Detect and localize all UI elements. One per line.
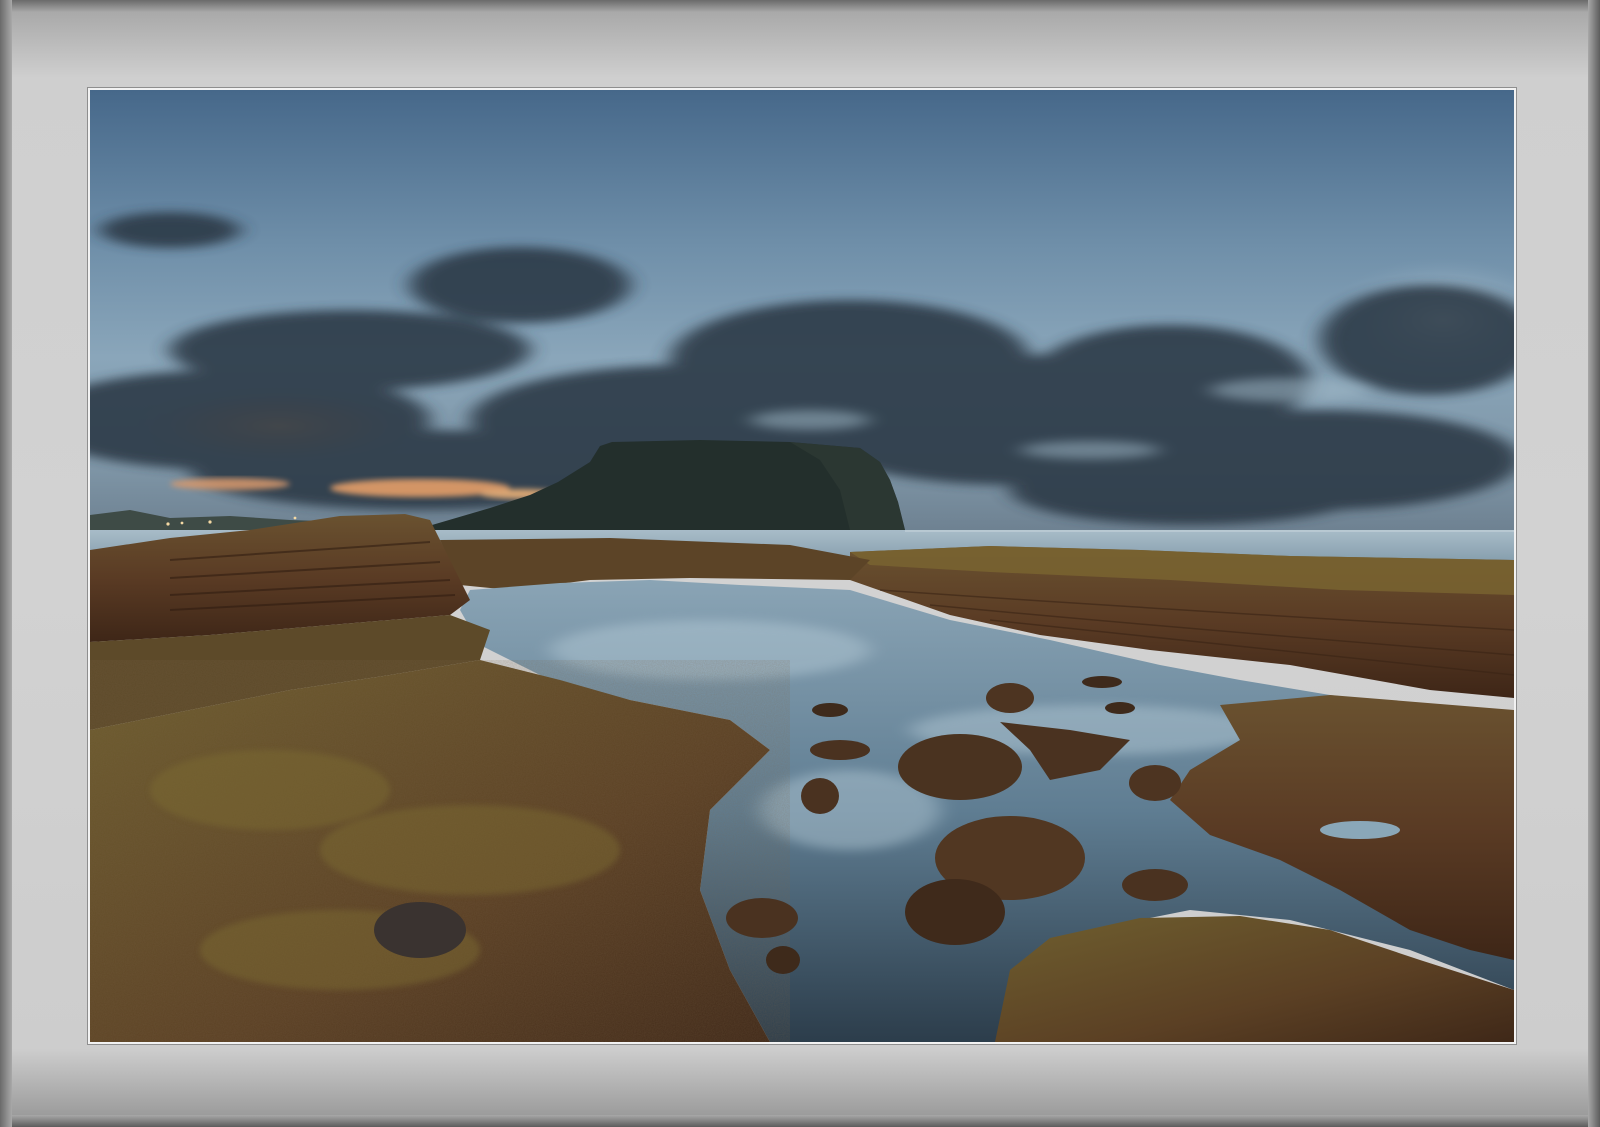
frame-bevel-bottom — [0, 1115, 1600, 1127]
boulder — [766, 946, 800, 974]
frame-bevel-top — [0, 0, 1600, 12]
landscape-illustration — [90, 90, 1514, 1042]
boulder — [374, 902, 466, 958]
boulder — [1122, 869, 1188, 901]
landscape-photo — [88, 88, 1516, 1044]
frame-bevel-right — [1588, 0, 1600, 1127]
boulder — [986, 683, 1034, 713]
boulder — [726, 898, 798, 938]
boulder — [905, 879, 1005, 945]
boulder — [812, 703, 848, 717]
boulder — [898, 734, 1022, 800]
boulder — [801, 778, 839, 814]
boulder — [810, 740, 870, 760]
boulder — [1129, 765, 1181, 801]
frame-bevel-left — [0, 0, 12, 1127]
picture-frame — [0, 0, 1600, 1127]
boulder — [1082, 676, 1122, 688]
boulder — [1105, 702, 1135, 714]
small-pool — [1320, 821, 1400, 839]
